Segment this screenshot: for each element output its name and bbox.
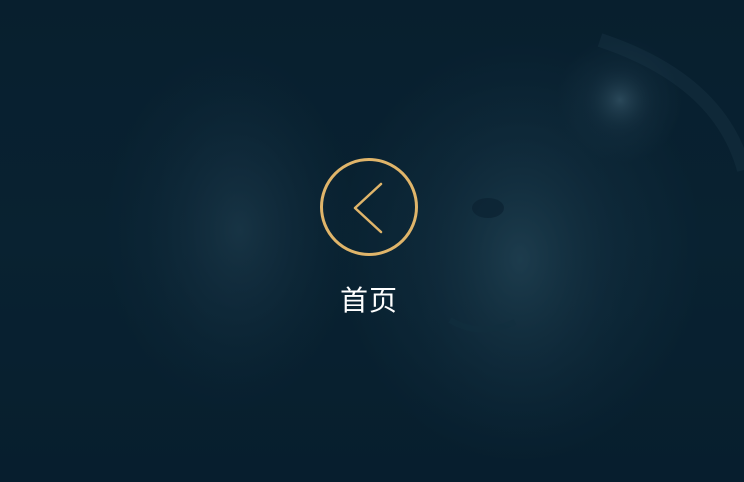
back-button-ring: [320, 158, 418, 256]
chevron-left-icon: [320, 158, 418, 256]
chevron-left-stroke: [353, 182, 383, 234]
back-home-label: 首页: [339, 284, 398, 317]
back-home-button[interactable]: 首页: [319, 157, 419, 327]
splash-screen: 首页: [0, 0, 744, 482]
